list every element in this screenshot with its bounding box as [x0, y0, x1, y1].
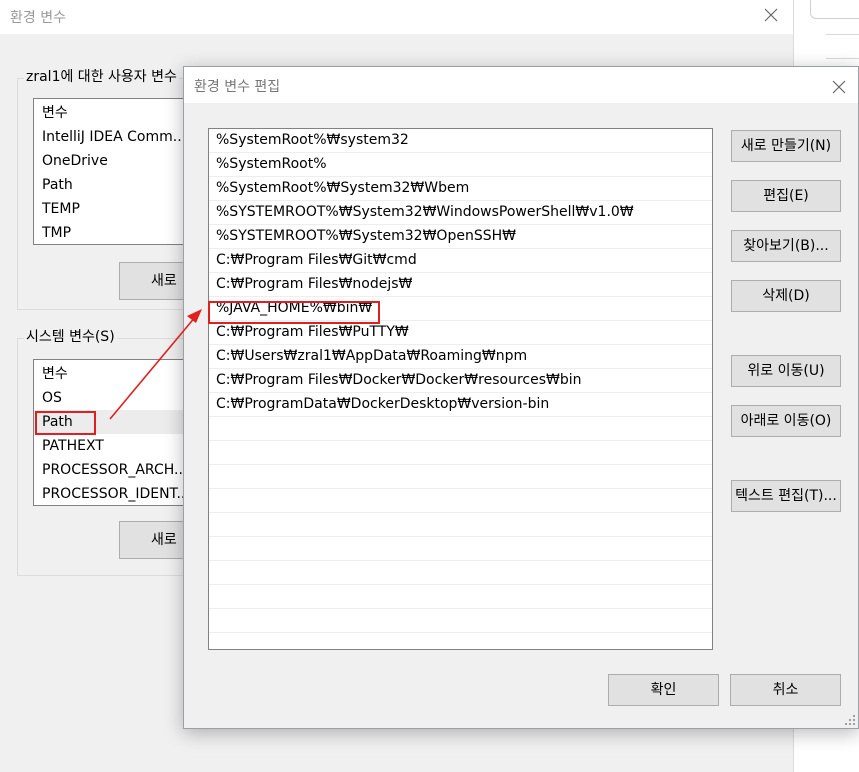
list-item[interactable]: TEMP: [34, 197, 194, 221]
path-annotation-box: [35, 411, 96, 435]
path-item[interactable]: C:₩Users₩zral1₩AppData₩Roaming₩npm: [209, 345, 712, 369]
java-home-annotation-box: [208, 301, 380, 324]
empty-row[interactable]: [209, 633, 712, 649]
list-item[interactable]: OS: [34, 386, 194, 410]
list-item[interactable]: Path: [34, 173, 194, 197]
path-item[interactable]: C:₩Program Files₩PuTTY₩: [209, 321, 712, 345]
background-app-panel: [810, 0, 859, 19]
path-item[interactable]: %SystemRoot%₩system32: [209, 129, 712, 153]
list-item[interactable]: PROCESSOR_IDENT...: [34, 482, 194, 505]
list-item[interactable]: IntelliJ IDEA Comm...: [34, 125, 194, 149]
ok-button[interactable]: 확인: [608, 674, 719, 706]
list-item[interactable]: PROCESSOR_ARCH...: [34, 458, 194, 482]
path-item[interactable]: %SYSTEMROOT%₩System32₩WindowsPowerShell₩…: [209, 201, 712, 225]
empty-row[interactable]: [209, 609, 712, 633]
empty-row[interactable]: [209, 585, 712, 609]
edit-environment-variable-dialog: 환경 변수 편집 %SystemRoot%₩system32 %SystemRo…: [183, 66, 859, 729]
browse-button[interactable]: 찾아보기(B)...: [731, 230, 841, 262]
edit-button[interactable]: 편집(E): [731, 180, 841, 212]
dialog-title-bar: 환경 변수 편집: [184, 67, 858, 103]
path-item[interactable]: %SystemRoot%₩System32₩Wbem: [209, 177, 712, 201]
empty-row[interactable]: [209, 537, 712, 561]
column-header-variable[interactable]: 변수: [34, 360, 194, 386]
empty-row[interactable]: [209, 441, 712, 465]
user-variables-list[interactable]: 변수 IntelliJ IDEA Comm... OneDrive Path T…: [33, 98, 195, 245]
cancel-button[interactable]: 취소: [730, 674, 841, 706]
new-button[interactable]: 새로 만들기(N): [731, 130, 841, 162]
user-variables-label: zral1에 대한 사용자 변수: [24, 66, 179, 86]
user-new-button[interactable]: 새로: [119, 262, 189, 300]
path-item[interactable]: C:₩Program Files₩nodejs₩: [209, 273, 712, 297]
close-icon[interactable]: [761, 5, 781, 25]
dialog-title: 환경 변수 편집: [194, 79, 281, 95]
list-item[interactable]: PATHEXT: [34, 434, 194, 458]
column-header-variable[interactable]: 변수: [34, 99, 194, 125]
delete-button[interactable]: 삭제(D): [731, 280, 841, 312]
title-bar: 환경 변수: [0, 0, 793, 34]
window-title: 환경 변수: [10, 10, 66, 26]
empty-row[interactable]: [209, 513, 712, 537]
path-item[interactable]: C:₩Program Files₩Git₩cmd: [209, 249, 712, 273]
path-item[interactable]: %SYSTEMROOT%₩System32₩OpenSSH₩: [209, 225, 712, 249]
divider: [826, 34, 859, 35]
system-new-button[interactable]: 새로: [119, 521, 189, 559]
move-down-button[interactable]: 아래로 이동(O): [731, 405, 841, 437]
divider: [826, 58, 859, 59]
path-item[interactable]: C:₩ProgramData₩DockerDesktop₩version-bin: [209, 393, 712, 417]
list-item[interactable]: OneDrive: [34, 149, 194, 173]
resize-grip-icon[interactable]: [844, 714, 856, 726]
empty-row[interactable]: [209, 417, 712, 441]
move-up-button[interactable]: 위로 이동(U): [731, 355, 841, 387]
path-item[interactable]: %SystemRoot%: [209, 153, 712, 177]
edit-text-button[interactable]: 텍스트 편집(T)...: [731, 480, 841, 512]
empty-row[interactable]: [209, 465, 712, 489]
path-list[interactable]: %SystemRoot%₩system32 %SystemRoot% %Syst…: [208, 128, 713, 650]
system-variables-label: 시스템 변수(S): [24, 326, 117, 346]
path-item[interactable]: C:₩Program Files₩Docker₩Docker₩resources…: [209, 369, 712, 393]
close-icon[interactable]: [829, 77, 849, 97]
list-item[interactable]: TMP: [34, 221, 194, 244]
empty-row[interactable]: [209, 489, 712, 513]
empty-row[interactable]: [209, 561, 712, 585]
